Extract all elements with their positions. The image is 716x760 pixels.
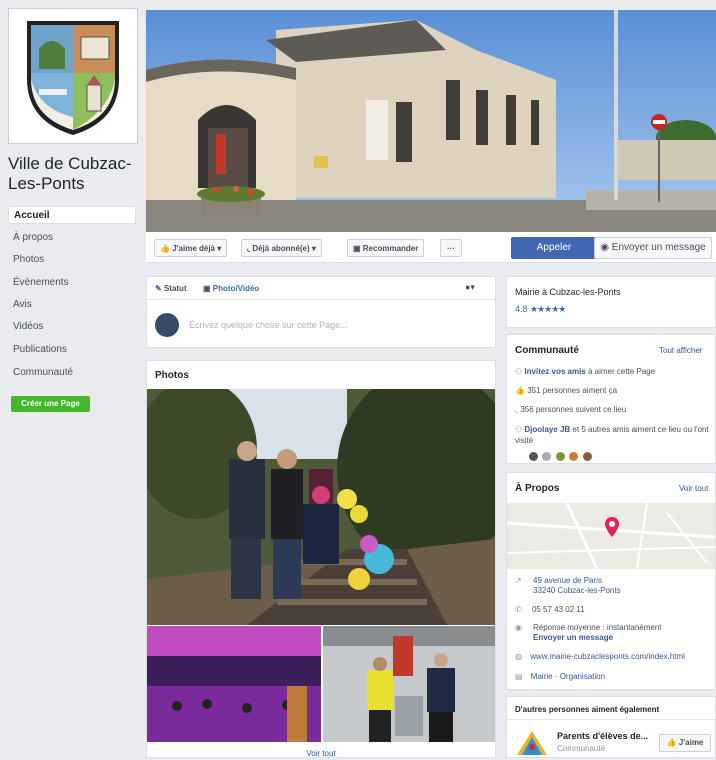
left-column: Ville de Cubzac-Les-Ponts Accueil À prop… [0,0,146,758]
avatar-small-icon: ●▾ [465,282,475,292]
place-name: Mairie à Cubzac-les-Ponts [515,287,621,297]
composer-input[interactable]: Écrivez quelque chose sur cette Page... [189,320,348,330]
photos-see-all-link[interactable]: Voir tout [147,749,495,758]
community-see-all-link[interactable]: Tout afficher [659,346,702,355]
friend-name-link[interactable]: Djoolaye JB [524,425,570,434]
nav-item-evenements[interactable]: Évènements [8,274,136,292]
post-as-selector[interactable]: ●▾ [465,282,475,293]
profile-picture-coat-of-arms[interactable] [8,8,138,144]
category-link[interactable]: Mairie · Organisation [531,672,605,681]
building-icon: ▤ [515,672,523,681]
avatar[interactable] [542,452,552,461]
response-row: ◉ Réponse moyenne : instantanément Envoy… [515,623,662,642]
suggested-page-logo-icon[interactable] [517,731,547,755]
status-tab[interactable]: ✎ Statut [155,284,187,293]
avatar[interactable] [582,452,592,461]
people-icon: ⚇ [515,367,523,376]
send-message-button[interactable]: ◉ Envoyer un message [594,237,712,259]
community-heading: Communauté [515,345,579,356]
about-heading: À Propos [515,483,560,494]
suggested-page-name[interactable]: Parents d'élèves de... [557,731,648,741]
call-button[interactable]: Appeler [511,237,597,259]
suggested-page-category: Communauté [557,744,606,753]
invite-friends-row: ⚇ Invitez vos amis à aimer cette Page [515,367,656,376]
nav-item-accueil[interactable]: Accueil [8,206,136,224]
photos-section: Photos Voir tout [146,360,496,758]
globe-icon: ◍ [515,652,522,661]
also-liked-card: D'autres personnes aiment également Pare… [506,696,716,758]
suggested-page-like-button[interactable]: 👍 J'aime [659,734,711,752]
friends-avatars [529,448,592,466]
website-link[interactable]: www.mairie-cubzaclesponts.com/index.html [530,652,685,661]
phone-icon: ✆ [515,605,522,614]
likes-count-row: 👍 351 personnes aiment ça [515,386,618,395]
follows-count-row: ◟ 356 personnes suivent ce lieu [515,405,627,414]
rss-icon: ◟ [515,405,519,414]
phone-row: ✆ 05 57 43 02 11 [515,605,585,614]
comment-icon: ▣ [353,244,363,253]
nav-item-avis[interactable]: Avis [8,296,136,314]
thumbs-up-icon: 👍 [666,738,679,747]
about-card: À Propos Voir tout ↗ 49 avenue de Paris … [506,472,716,690]
avatar[interactable] [569,452,579,461]
recommend-button[interactable]: ▣ Recommander [347,239,425,257]
category-row: ▤ Mairie · Organisation [515,672,605,681]
address-line2[interactable]: 33240 Cubzac-les-Ponts [533,586,621,595]
friends-like-row: ⚇ Djoolaye JB et 5 autres amis aiment ce… [515,425,709,445]
thumbs-up-icon: 👍 [515,386,525,395]
divider [147,299,495,300]
phone-number: 05 57 43 02 11 [531,605,585,614]
more-options-button[interactable]: ··· [440,239,462,257]
community-card: Communauté Tout afficher ⚇ Invitez vos a… [506,334,716,464]
also-liked-heading: D'autres personnes aiment également [515,705,660,714]
pencil-icon: ✎ [155,284,164,293]
address-line1[interactable]: 49 avenue de Paris [533,576,602,585]
messenger-icon: ◉ [600,242,612,253]
rating-card: Mairie à Cubzac-les-Ponts 4.8 ★★★★★ [506,276,716,328]
send-message-link[interactable]: Envoyer un message [533,633,613,642]
star-rating-icon: ★★★★★ [530,304,566,314]
photo-main[interactable] [147,389,495,625]
nav-item-publications[interactable]: Publications [8,341,136,359]
cover-photo[interactable] [146,10,716,232]
page-avatar [155,313,179,337]
avatar[interactable] [529,452,538,461]
map-pin-icon [605,517,619,542]
about-see-all-link[interactable]: Voir tout [679,484,708,493]
people-icon: ⚇ [515,425,523,434]
nav-item-videos[interactable]: Vidéos [8,318,136,336]
response-time: Réponse moyenne : instantanément [533,623,662,632]
avatar[interactable] [555,452,565,461]
divider [507,719,715,720]
nav-item-a-propos[interactable]: À propos [8,229,136,247]
photo-icon: ▣ [203,284,213,293]
page-title: Ville de Cubzac-Les-Ponts [8,154,132,193]
map[interactable] [507,503,715,569]
website-row: ◍ www.mairie-cubzaclesponts.com/index.ht… [515,652,685,661]
page-action-bar: 👍 J'aime déjà ▾ ◟ Déjà abonné(e) ▾ ▣ Rec… [146,232,716,263]
invite-friends-link[interactable]: Invitez vos amis [524,367,585,376]
nav-item-photos[interactable]: Photos [8,251,136,269]
address-row: ↗ 49 avenue de Paris 33240 Cubzac-les-Po… [515,576,621,595]
nav-item-communaute[interactable]: Communauté [8,364,136,382]
thumbs-up-icon: 👍 [160,244,173,253]
post-composer: ✎ Statut ▣ Photo/Vidéo ●▾ Écrivez quelqu… [146,276,496,348]
location-icon: ↗ [515,576,522,585]
rating-value[interactable]: 4.8 ★★★★★ [515,304,566,315]
photo-thumb-store[interactable] [323,626,495,742]
create-page-button[interactable]: Créer une Page [11,396,90,412]
photo-thumb-event-hall[interactable] [147,626,321,742]
photos-heading: Photos [155,370,189,381]
messenger-icon: ◉ [515,623,522,632]
follow-button[interactable]: ◟ Déjà abonné(e) ▾ [241,239,322,257]
like-button[interactable]: 👍 J'aime déjà ▾ [154,239,228,257]
photo-video-tab[interactable]: ▣ Photo/Vidéo [203,284,259,293]
